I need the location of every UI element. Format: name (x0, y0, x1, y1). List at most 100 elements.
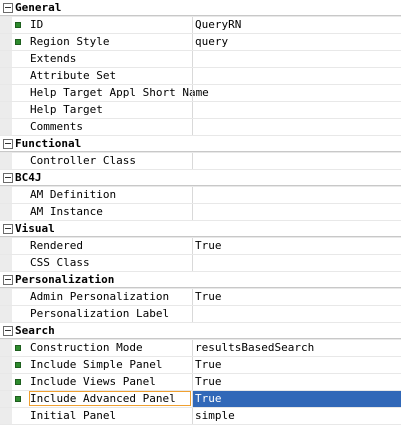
property-value[interactable]: simple (195, 409, 235, 422)
gutter (0, 17, 12, 33)
collapse-toggle-icon[interactable] (3, 173, 13, 183)
property-value[interactable]: True (195, 392, 222, 405)
property-row-attribute-set[interactable]: Attribute Set (0, 68, 401, 85)
gutter (0, 204, 12, 220)
category-label: Personalization (15, 273, 115, 286)
property-label: AM Instance (30, 205, 103, 218)
modified-marker-icon (15, 39, 21, 45)
collapse-toggle-icon[interactable] (3, 3, 13, 13)
property-row-rendered[interactable]: Rendered True (0, 238, 401, 255)
property-row-css-class[interactable]: CSS Class (0, 255, 401, 272)
column-separator[interactable] (192, 51, 193, 67)
property-value[interactable]: resultsBasedSearch (195, 341, 314, 354)
property-label: CSS Class (30, 256, 90, 269)
collapse-toggle-icon[interactable] (3, 139, 13, 149)
property-label: Attribute Set (30, 69, 117, 82)
property-label: Comments (30, 120, 83, 133)
property-value[interactable]: True (195, 290, 222, 303)
category-label: Search (15, 324, 55, 337)
column-separator[interactable] (192, 408, 193, 424)
property-label: Region Style (30, 35, 110, 48)
property-label: Help Target (30, 103, 103, 116)
column-separator[interactable] (192, 204, 193, 220)
column-separator[interactable] (192, 374, 193, 390)
gutter (0, 85, 12, 101)
gutter (0, 357, 12, 373)
column-separator[interactable] (192, 68, 193, 84)
column-separator[interactable] (192, 34, 193, 50)
gutter (0, 374, 12, 390)
category-divider (0, 287, 401, 288)
property-row-region-style[interactable]: Region Style query (0, 34, 401, 51)
gutter (0, 306, 12, 322)
collapse-toggle-icon[interactable] (3, 326, 13, 336)
gutter (0, 102, 12, 118)
property-value[interactable]: True (195, 358, 222, 371)
modified-marker-icon (15, 396, 21, 402)
column-separator[interactable] (192, 306, 193, 322)
modified-marker-icon (15, 345, 21, 351)
property-label: Personalization Label (30, 307, 170, 320)
property-row-am-definition[interactable]: AM Definition (0, 187, 401, 204)
property-row-extends[interactable]: Extends (0, 51, 401, 68)
property-row-include-simple-panel[interactable]: Include Simple Panel True (0, 357, 401, 374)
property-inspector: General ID QueryRN Region Style query Extends… (0, 0, 401, 427)
column-separator[interactable] (192, 357, 193, 373)
property-row-include-views-panel[interactable]: Include Views Panel True (0, 374, 401, 391)
modified-marker-icon (15, 379, 21, 385)
property-label: ID (30, 18, 44, 31)
category-divider (0, 15, 401, 16)
property-row-id[interactable]: ID QueryRN (0, 17, 401, 34)
property-value[interactable]: query (195, 35, 228, 48)
column-separator[interactable] (192, 153, 193, 169)
column-separator[interactable] (192, 187, 193, 203)
property-row-admin-personalization[interactable]: Admin Personalization True (0, 289, 401, 306)
gutter (0, 340, 12, 356)
category-bc4j[interactable]: BC4J (0, 170, 401, 187)
gutter (0, 255, 12, 271)
collapse-toggle-icon[interactable] (3, 275, 13, 285)
category-personalization[interactable]: Personalization (0, 272, 401, 289)
gutter (0, 187, 12, 203)
property-value[interactable]: True (195, 239, 222, 252)
gutter (0, 238, 12, 254)
property-row-am-instance[interactable]: AM Instance (0, 204, 401, 221)
modified-marker-icon (15, 362, 21, 368)
property-label: Rendered (30, 239, 83, 252)
property-label: Construction Mode (30, 341, 143, 354)
property-row-include-advanced-panel[interactable]: Include Advanced Panel True (0, 391, 401, 408)
property-row-comments[interactable]: Comments (0, 119, 401, 136)
column-separator[interactable] (192, 340, 193, 356)
category-divider (0, 151, 401, 152)
property-row-help-target[interactable]: Help Target (0, 102, 401, 119)
property-row-personalization-label[interactable]: Personalization Label (0, 306, 401, 323)
property-value[interactable]: QueryRN (195, 18, 241, 31)
selection-highlight (193, 391, 401, 407)
column-separator[interactable] (192, 289, 193, 305)
gutter (0, 153, 12, 169)
modified-marker-icon (15, 22, 21, 28)
column-separator[interactable] (192, 255, 193, 271)
category-search[interactable]: Search (0, 323, 401, 340)
category-functional[interactable]: Functional (0, 136, 401, 153)
gutter (0, 289, 12, 305)
category-label: Visual (15, 222, 55, 235)
property-label: Include Simple Panel (30, 358, 163, 371)
property-row-initial-panel[interactable]: Initial Panel simple (0, 408, 401, 425)
column-separator[interactable] (192, 85, 193, 101)
column-separator[interactable] (192, 238, 193, 254)
property-row-controller-class[interactable]: Controller Class (0, 153, 401, 170)
collapse-toggle-icon[interactable] (3, 224, 13, 234)
property-row-help-target-appl-short-name[interactable]: Help Target Appl Short Name (0, 85, 401, 102)
column-separator[interactable] (192, 102, 193, 118)
property-label: Extends (30, 52, 77, 65)
property-label: Controller Class (30, 154, 136, 167)
property-label: Initial Panel (30, 409, 117, 422)
property-row-construction-mode[interactable]: Construction Mode resultsBasedSearch (0, 340, 401, 357)
property-value[interactable]: True (195, 375, 222, 388)
category-label: Functional (15, 137, 82, 150)
category-general[interactable]: General (0, 0, 401, 17)
category-visual[interactable]: Visual (0, 221, 401, 238)
column-separator[interactable] (192, 119, 193, 135)
column-separator[interactable] (192, 17, 193, 33)
